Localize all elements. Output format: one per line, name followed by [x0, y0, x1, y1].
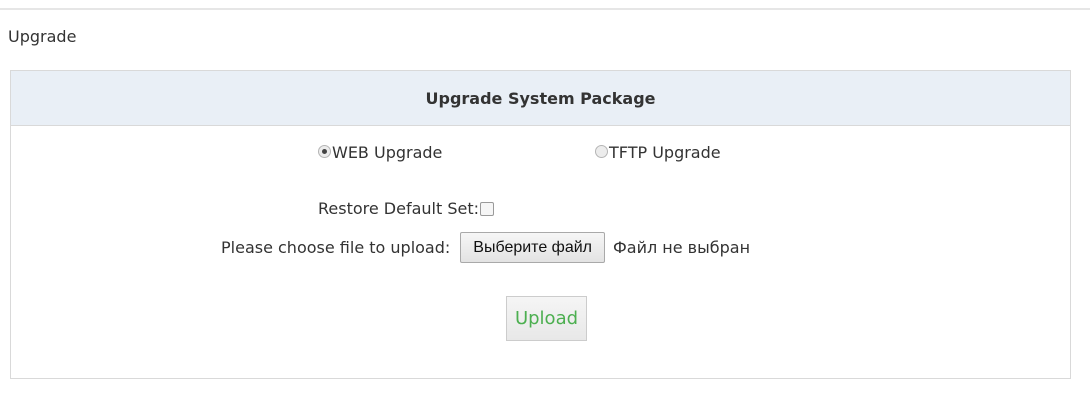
file-upload-row: Please choose file to upload: Выберите ф… — [221, 232, 750, 263]
page-title: Upgrade — [8, 27, 77, 46]
restore-default-row: Restore Default Set: — [318, 199, 495, 219]
web-upgrade-radio[interactable]: WEB Upgrade — [318, 143, 442, 163]
upgrade-mode-group: WEB Upgrade TFTP Upgrade — [11, 143, 1070, 163]
file-status-text: Файл не выбран — [613, 237, 751, 257]
restore-default-label: Restore Default Set: — [318, 199, 480, 218]
panel-header: Upgrade System Package — [11, 71, 1070, 126]
tftp-upgrade-radio[interactable]: TFTP Upgrade — [595, 143, 721, 163]
radio-unselected-icon[interactable] — [595, 144, 608, 158]
file-upload-label: Please choose file to upload: — [221, 237, 451, 257]
tftp-upgrade-label: TFTP Upgrade — [609, 143, 721, 162]
web-upgrade-label: WEB Upgrade — [332, 143, 443, 162]
top-divider — [0, 8, 1090, 10]
upgrade-panel: Upgrade System Package WEB Upgrade TFTP … — [10, 70, 1071, 379]
choose-file-button[interactable]: Выберите файл — [460, 232, 605, 263]
restore-default-checkbox[interactable] — [480, 202, 495, 216]
radio-selected-icon[interactable] — [318, 144, 331, 158]
radio-dot-icon — [322, 148, 327, 154]
upload-button[interactable]: Upload — [506, 296, 587, 341]
